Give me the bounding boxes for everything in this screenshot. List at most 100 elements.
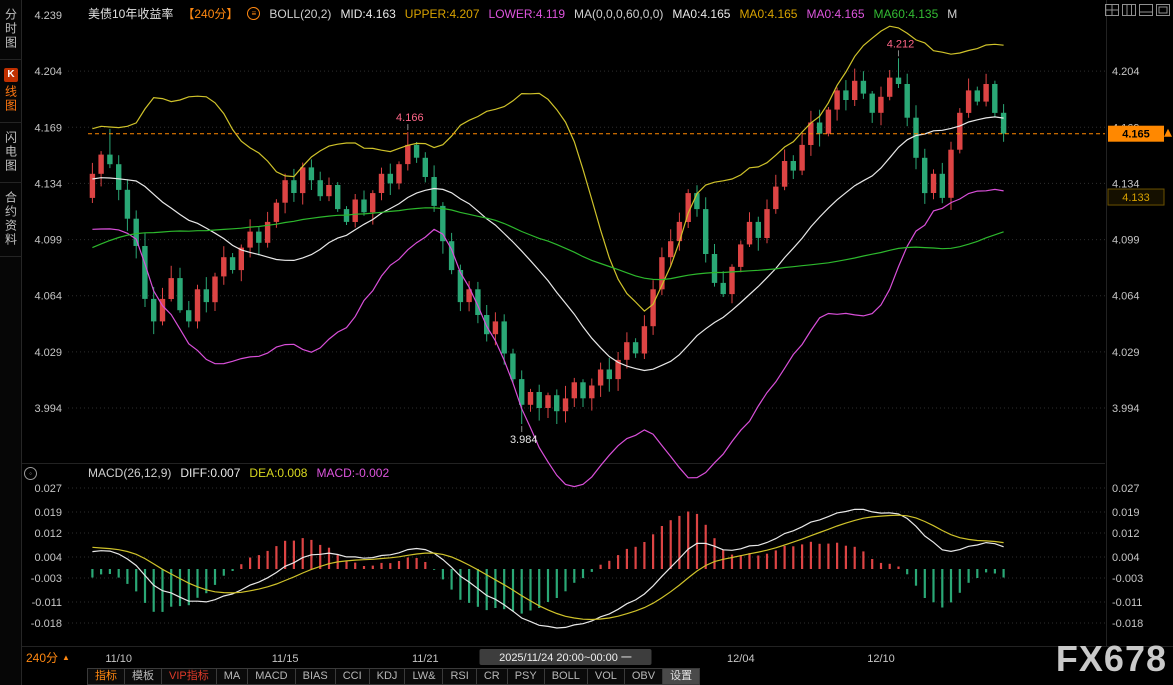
period-menu-icon[interactable]: ≡ <box>247 7 260 20</box>
candle-body <box>484 315 489 334</box>
macd-histogram-bar <box>915 569 917 586</box>
chart-header: 美债10年收益率 【240分】 ≡ BOLL(20,2)MID:4.163UPP… <box>88 5 957 22</box>
candle-body <box>221 257 226 276</box>
macd-histogram-bar <box>976 569 978 578</box>
indicator-reading-3: LOWER:4.119 <box>489 7 565 21</box>
candle-body <box>694 193 699 209</box>
candle-body <box>212 277 217 303</box>
macd-histogram-bar <box>582 569 584 578</box>
macd-histogram-bar <box>678 516 680 569</box>
candle-body <box>870 94 875 113</box>
toolbar-tab-macd[interactable]: MACD <box>247 668 295 685</box>
candle-body <box>799 145 804 171</box>
y-axis-label: 4.099 <box>34 235 62 247</box>
indicator-reading-0: BOLL(20,2) <box>269 7 331 21</box>
toolbar-tab-obv[interactable]: OBV <box>624 668 663 685</box>
macd-histogram-bar <box>214 569 216 585</box>
macd-histogram-bar <box>740 555 742 569</box>
macd-histogram-bar <box>626 549 628 569</box>
sidebar-tab-label: 线图 <box>3 85 20 113</box>
layout-single-icon[interactable] <box>1156 3 1170 15</box>
toolbar-tab-vip-indicator[interactable]: VIP指标 <box>161 668 217 685</box>
indicator-reading-5: MA0:4.165 <box>672 7 730 21</box>
candle-body <box>703 209 708 254</box>
y-axis-label: 3.994 <box>34 403 62 415</box>
macd-histogram-bar <box>801 544 803 569</box>
y-axis-label: 4.064 <box>1112 291 1140 303</box>
macd-histogram-bar <box>827 544 829 569</box>
candle-body <box>300 167 305 193</box>
candle-body <box>318 180 323 196</box>
candle-body <box>370 193 375 212</box>
y-axis-label: 4.134 <box>34 178 62 190</box>
macd-histogram-bar <box>529 569 531 611</box>
sidebar-tab-label: 合约资料 <box>3 191 20 247</box>
candle-body <box>931 174 936 193</box>
candle-body <box>326 185 331 196</box>
window-layout-icons <box>1105 3 1170 15</box>
candle-body <box>940 174 945 198</box>
toolbar-tab-lwr[interactable]: LW& <box>404 668 443 685</box>
macd-histogram-bar <box>459 569 461 600</box>
candle-body <box>528 392 533 405</box>
macd-axis-label: -0.011 <box>32 597 62 609</box>
y-axis-label: 4.064 <box>34 291 62 303</box>
toolbar-tab-bias[interactable]: BIAS <box>295 668 336 685</box>
sidebar-tab-lightning[interactable]: 闪电图 <box>0 123 22 183</box>
macd-dea-line <box>92 515 1003 619</box>
indicator-reading-4: MA(0,0,0,60,0,0) <box>574 7 663 21</box>
macd-histogram-bar <box>232 569 234 571</box>
toolbar-tab-indicator[interactable]: 指标 <box>87 668 125 685</box>
layout-columns-icon[interactable] <box>1122 3 1136 15</box>
candle-body <box>405 145 410 164</box>
timeframe-selector[interactable]: 240分 ▲ <box>26 649 70 666</box>
layout-quad-icon[interactable] <box>1105 3 1119 15</box>
sidebar-tab-kline[interactable]: K 线图 <box>0 60 22 123</box>
candle-body <box>966 90 971 113</box>
macd-axis-label: 0.019 <box>34 507 62 519</box>
toolbar-tab-boll[interactable]: BOLL <box>544 668 588 685</box>
macd-histogram-bar <box>757 556 759 570</box>
sidebar-tab-contract-info[interactable]: 合约资料 <box>0 183 22 257</box>
x-axis-label: 12/04 <box>727 653 755 665</box>
indicator-menu-icon[interactable]: ◦ <box>24 467 37 480</box>
toolbar-tab-psy[interactable]: PSY <box>507 668 545 685</box>
period-label[interactable]: 【240分】 <box>182 5 238 22</box>
toolbar-tab-cr[interactable]: CR <box>476 668 508 685</box>
layout-rows-icon[interactable] <box>1139 3 1153 15</box>
macd-histogram-bar <box>275 546 277 569</box>
y-axis-label: 4.204 <box>34 66 62 78</box>
candle-body <box>335 185 340 209</box>
macd-histogram-bar <box>932 569 934 602</box>
macd-histogram-bar <box>468 569 470 603</box>
toolbar-tab-vol[interactable]: VOL <box>587 668 625 685</box>
macd-histogram-bar <box>494 569 496 608</box>
toolbar-tab-cci[interactable]: CCI <box>335 668 370 685</box>
candle-body <box>186 310 191 321</box>
hover-time-label: 2025/11/24 20:00~00:00 一 <box>499 652 632 664</box>
sidebar-tab-timeshare[interactable]: 分时图 <box>0 0 22 60</box>
candle-body <box>510 354 515 380</box>
toolbar-tab-settings[interactable]: 设置 <box>662 668 700 685</box>
macd-axis-label: 0.012 <box>34 528 62 540</box>
candle-body <box>607 370 612 380</box>
candle-body <box>379 174 384 193</box>
macd-histogram-bar <box>889 564 891 569</box>
macd-reading-1: DIFF:0.007 <box>180 466 240 480</box>
candle-body <box>309 167 314 180</box>
macd-histogram-bar <box>433 569 435 570</box>
candle-body <box>230 257 235 270</box>
candle-body <box>677 222 682 241</box>
macd-histogram-bar <box>819 544 821 569</box>
kline-badge-icon: K <box>4 68 18 82</box>
macd-histogram-bar <box>661 526 663 569</box>
candle-body <box>493 321 498 334</box>
candle-body <box>843 90 848 100</box>
toolbar-tab-rsi[interactable]: RSI <box>442 668 476 685</box>
toolbar-tab-template[interactable]: 模板 <box>124 668 162 685</box>
toolbar-tab-ma[interactable]: MA <box>216 668 249 685</box>
candle-body <box>107 155 112 165</box>
toolbar-tab-kdj[interactable]: KDJ <box>369 668 406 685</box>
macd-histogram-bar <box>389 563 391 569</box>
macd-histogram-bar <box>424 562 426 569</box>
